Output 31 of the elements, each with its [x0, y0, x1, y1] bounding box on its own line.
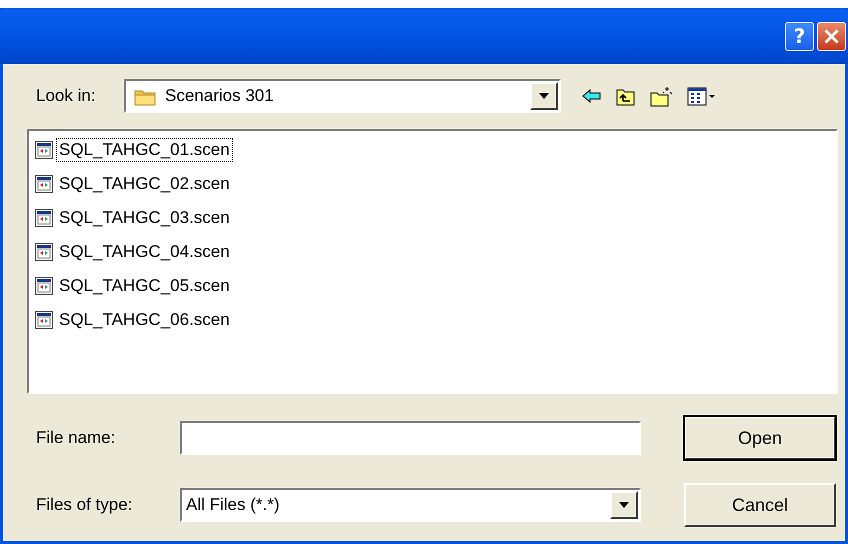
- file-type-dropdown[interactable]: All Files (*.*): [180, 488, 641, 522]
- file-item[interactable]: SQL_TAHGC_05.scen: [56, 274, 233, 298]
- dropdown-button[interactable]: [610, 491, 638, 519]
- file-icon: [34, 140, 54, 160]
- caret-icon: [538, 92, 550, 100]
- caret-icon: [618, 501, 630, 509]
- file-type-value: All Files (*.*): [186, 495, 280, 515]
- help-button[interactable]: ?: [785, 22, 814, 50]
- open-button[interactable]: Open: [684, 416, 836, 460]
- file-icon: [34, 174, 54, 194]
- file-item[interactable]: SQL_TAHGC_03.scen: [56, 206, 233, 230]
- view-menu-icon[interactable]: [687, 86, 716, 106]
- file-item[interactable]: SQL_TAHGC_06.scen: [56, 308, 233, 332]
- file-item[interactable]: SQL_TAHGC_02.scen: [56, 172, 233, 196]
- file-icon: [34, 242, 54, 262]
- look-in-dropdown[interactable]: Scenarios 301: [124, 79, 561, 113]
- dropdown-button[interactable]: [530, 82, 558, 110]
- file-type-label: Files of type:: [36, 495, 134, 515]
- back-arrow-icon[interactable]: [581, 88, 602, 104]
- file-name-field[interactable]: [180, 421, 641, 455]
- cancel-button[interactable]: Cancel: [684, 483, 836, 527]
- file-name-label: File name:: [36, 428, 116, 448]
- file-icon: [34, 208, 54, 228]
- file-item[interactable]: SQL_TAHGC_01.scen: [56, 138, 233, 162]
- file-item[interactable]: SQL_TAHGC_04.scen: [56, 240, 233, 264]
- file-icon: [34, 310, 54, 330]
- look-in-label: Look in:: [36, 86, 97, 106]
- new-folder-icon[interactable]: [650, 86, 673, 106]
- close-button[interactable]: ×: [817, 22, 846, 50]
- folder-name: Scenarios 301: [165, 86, 274, 106]
- file-icon: [34, 276, 54, 296]
